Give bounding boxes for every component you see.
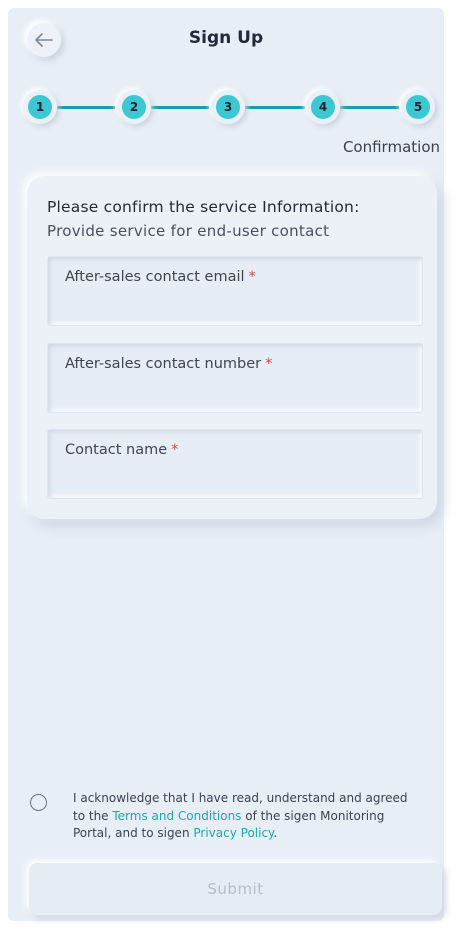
step-4: 4 bbox=[306, 90, 340, 124]
field-label-text: After-sales contact email bbox=[65, 269, 245, 285]
current-step-caption: Confirmation bbox=[342, 138, 440, 156]
field-label: Contact name * bbox=[65, 442, 178, 458]
field-label-text: Contact name bbox=[65, 442, 168, 458]
step-number: 1 bbox=[28, 95, 52, 119]
contact-number-field[interactable]: After-sales contact number * bbox=[47, 343, 423, 413]
field-label-text: After-sales contact number bbox=[65, 356, 262, 372]
step-connector bbox=[55, 106, 115, 109]
step-2: 2 bbox=[117, 90, 151, 124]
step-connector bbox=[243, 106, 305, 109]
step-5: 5 bbox=[401, 90, 435, 124]
field-label: After-sales contact email * bbox=[65, 269, 256, 285]
step-number: 3 bbox=[216, 95, 240, 119]
contact-email-field[interactable]: After-sales contact email * bbox=[47, 256, 423, 326]
step-1: 1 bbox=[23, 90, 57, 124]
privacy-policy-link[interactable]: Privacy Policy bbox=[193, 826, 273, 840]
contact-name-field[interactable]: Contact name * bbox=[47, 429, 423, 499]
step-connector bbox=[149, 106, 209, 109]
signup-screen: Sign Up 1 2 3 4 5 Confirmation Please co… bbox=[8, 8, 444, 921]
submit-button[interactable]: Submit bbox=[29, 863, 442, 915]
required-mark: * bbox=[171, 442, 179, 458]
service-info-card: Please confirm the service Information: … bbox=[27, 176, 437, 519]
agreement-radio[interactable] bbox=[30, 794, 47, 811]
required-mark: * bbox=[248, 269, 256, 285]
step-number: 2 bbox=[122, 95, 146, 119]
agreement-text-part: . bbox=[273, 826, 278, 840]
terms-link[interactable]: Terms and Conditions bbox=[112, 809, 241, 823]
field-label: After-sales contact number * bbox=[65, 356, 272, 372]
step-connector bbox=[339, 106, 399, 109]
progress-stepper: 1 2 3 4 5 bbox=[21, 86, 446, 130]
agreement-text: I acknowledge that I have read, understa… bbox=[73, 790, 423, 843]
step-number: 5 bbox=[406, 95, 430, 119]
card-heading: Please confirm the service Information: bbox=[47, 198, 360, 216]
page-title: Sign Up bbox=[188, 28, 264, 48]
required-mark: * bbox=[265, 356, 273, 372]
step-3: 3 bbox=[211, 90, 245, 124]
step-number: 4 bbox=[311, 95, 335, 119]
card-subheading: Provide service for end-user contact bbox=[47, 222, 330, 240]
